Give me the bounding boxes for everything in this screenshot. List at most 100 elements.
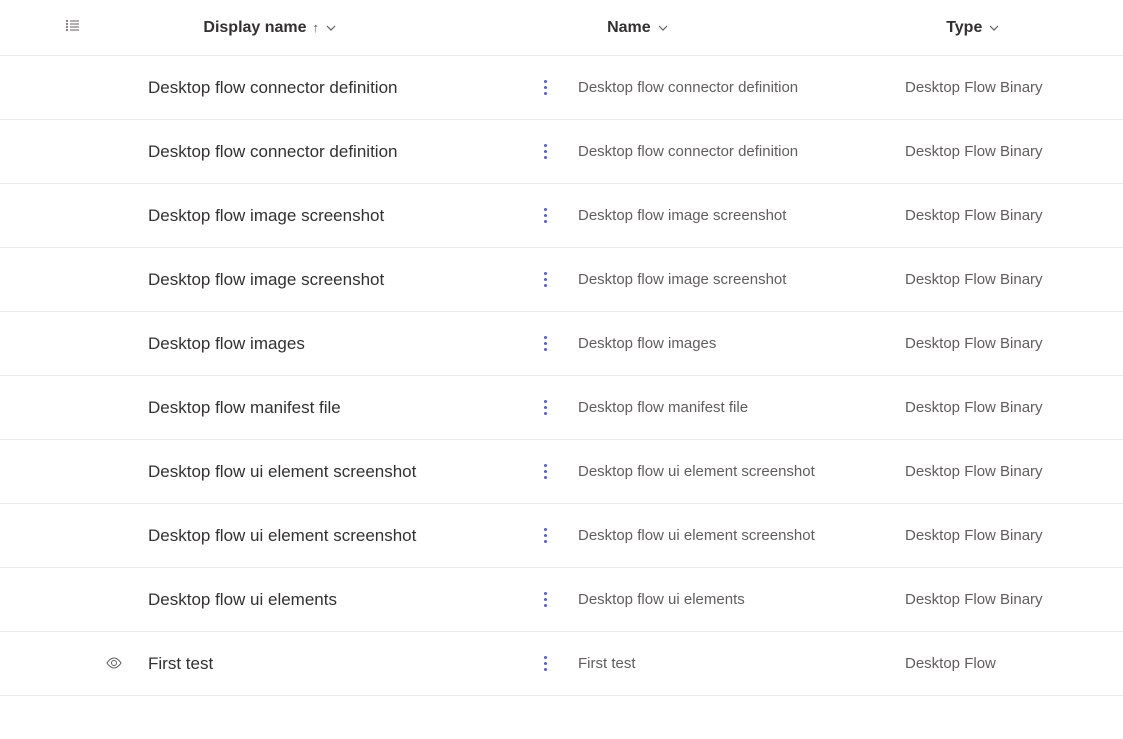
row-type-cell: Desktop Flow Binary — [895, 335, 1085, 352]
row-type-cell: Desktop Flow — [895, 655, 1085, 672]
more-vertical-icon[interactable] — [540, 268, 551, 291]
header-type-label: Type — [946, 19, 982, 37]
more-vertical-icon[interactable] — [540, 140, 551, 163]
table-header-row: Display name ↑ Name Type — [0, 0, 1123, 56]
row-type-cell: Desktop Flow Binary — [895, 399, 1085, 416]
more-vertical-icon[interactable] — [540, 588, 551, 611]
data-table: Display name ↑ Name Type — [0, 0, 1123, 696]
table-row[interactable]: Desktop flow image screenshot Desktop flo… — [0, 248, 1123, 312]
more-vertical-icon[interactable] — [540, 524, 551, 547]
row-display-name-cell: First test — [138, 654, 530, 674]
more-vertical-icon[interactable] — [540, 76, 551, 99]
name-text: Desktop flow ui element screenshot — [578, 463, 815, 480]
display-name-text[interactable]: Desktop flow image screenshot — [148, 270, 384, 290]
header-display-name-label: Display name — [203, 19, 306, 37]
display-name-text[interactable]: Desktop flow connector definition — [148, 142, 397, 162]
header-type-cell: Type — [936, 19, 1123, 37]
row-display-name-cell: Desktop flow ui element screenshot — [138, 462, 530, 482]
row-menu-cell — [530, 396, 560, 419]
row-menu-cell — [530, 140, 560, 163]
type-text: Desktop Flow Binary — [905, 271, 1043, 288]
display-name-text[interactable]: First test — [148, 654, 213, 674]
name-text: Desktop flow connector definition — [578, 79, 798, 96]
table-row[interactable]: Desktop flow image screenshot Desktop flo… — [0, 184, 1123, 248]
row-display-name-cell: Desktop flow ui elements — [138, 590, 530, 610]
display-name-text[interactable]: Desktop flow ui elements — [148, 590, 337, 610]
row-name-cell: Desktop flow connector definition — [560, 143, 895, 160]
row-name-cell: Desktop flow image screenshot — [560, 207, 895, 224]
row-name-cell: Desktop flow ui element screenshot — [560, 527, 895, 544]
row-name-cell: Desktop flow ui elements — [560, 591, 895, 608]
row-name-cell: Desktop flow manifest file — [560, 399, 895, 416]
row-display-name-cell: Desktop flow ui element screenshot — [138, 526, 530, 546]
header-name-label: Name — [607, 19, 651, 37]
row-display-name-cell: Desktop flow manifest file — [138, 398, 530, 418]
name-text: Desktop flow image screenshot — [578, 207, 786, 224]
name-text: Desktop flow images — [578, 335, 716, 352]
table-row[interactable]: Desktop flow images Desktop flow images De… — [0, 312, 1123, 376]
type-text: Desktop Flow Binary — [905, 591, 1043, 608]
name-text: Desktop flow ui element screenshot — [578, 527, 815, 544]
header-type-sort[interactable]: Type — [946, 19, 1000, 37]
row-display-name-cell: Desktop flow images — [138, 334, 530, 354]
row-name-cell: Desktop flow ui element screenshot — [560, 463, 895, 480]
row-status-icon-cell — [90, 656, 138, 672]
row-type-cell: Desktop Flow Binary — [895, 143, 1085, 160]
table-row[interactable]: Desktop flow ui elements Desktop flow ui … — [0, 568, 1123, 632]
more-vertical-icon[interactable] — [540, 652, 551, 675]
type-text: Desktop Flow Binary — [905, 527, 1043, 544]
display-name-text[interactable]: Desktop flow manifest file — [148, 398, 341, 418]
row-type-cell: Desktop Flow Binary — [895, 591, 1085, 608]
display-name-text[interactable]: Desktop flow connector definition — [148, 78, 397, 98]
name-text: Desktop flow manifest file — [578, 399, 748, 416]
row-type-cell: Desktop Flow Binary — [895, 527, 1085, 544]
row-name-cell: Desktop flow connector definition — [560, 79, 895, 96]
header-display-name-cell: Display name ↑ — [145, 19, 577, 37]
name-text: First test — [578, 655, 636, 672]
table-row[interactable]: Desktop flow connector definition Desktop… — [0, 120, 1123, 184]
header-display-name-sort[interactable]: Display name ↑ — [203, 19, 337, 37]
table-row[interactable]: First test First test Desktop Flow — [0, 632, 1123, 696]
more-vertical-icon[interactable] — [540, 204, 551, 227]
select-all-icon[interactable] — [65, 18, 81, 37]
row-type-cell: Desktop Flow Binary — [895, 463, 1085, 480]
row-type-cell: Desktop Flow Binary — [895, 79, 1085, 96]
row-menu-cell — [530, 332, 560, 355]
display-name-text[interactable]: Desktop flow image screenshot — [148, 206, 384, 226]
table-row[interactable]: Desktop flow connector definition Desktop… — [0, 56, 1123, 120]
row-menu-cell — [530, 524, 560, 547]
row-name-cell: Desktop flow image screenshot — [560, 271, 895, 288]
row-type-cell: Desktop Flow Binary — [895, 207, 1085, 224]
table-row[interactable]: Desktop flow manifest file Desktop flow m… — [0, 376, 1123, 440]
more-vertical-icon[interactable] — [540, 396, 551, 419]
row-name-cell: First test — [560, 655, 895, 672]
sort-ascending-icon: ↑ — [313, 20, 320, 35]
table-row[interactable]: Desktop flow ui element screenshot Deskto… — [0, 504, 1123, 568]
row-menu-cell — [530, 652, 560, 675]
chevron-down-icon — [657, 22, 669, 34]
row-display-name-cell: Desktop flow image screenshot — [138, 270, 530, 290]
name-text: Desktop flow connector definition — [578, 143, 798, 160]
row-menu-cell — [530, 268, 560, 291]
type-text: Desktop Flow Binary — [905, 335, 1043, 352]
chevron-down-icon — [988, 22, 1000, 34]
chevron-down-icon — [325, 22, 337, 34]
table-row[interactable]: Desktop flow ui element screenshot Deskto… — [0, 440, 1123, 504]
row-display-name-cell: Desktop flow connector definition — [138, 142, 530, 162]
name-text: Desktop flow ui elements — [578, 591, 745, 608]
row-display-name-cell: Desktop flow image screenshot — [138, 206, 530, 226]
more-vertical-icon[interactable] — [540, 332, 551, 355]
type-text: Desktop Flow — [905, 655, 996, 672]
row-menu-cell — [530, 588, 560, 611]
display-name-text[interactable]: Desktop flow images — [148, 334, 305, 354]
type-text: Desktop Flow Binary — [905, 463, 1043, 480]
more-vertical-icon[interactable] — [540, 460, 551, 483]
row-menu-cell — [530, 204, 560, 227]
display-name-text[interactable]: Desktop flow ui element screenshot — [148, 462, 416, 482]
display-name-text[interactable]: Desktop flow ui element screenshot — [148, 526, 416, 546]
row-menu-cell — [530, 460, 560, 483]
header-name-sort[interactable]: Name — [607, 19, 669, 37]
header-name-cell: Name — [607, 19, 936, 37]
name-text: Desktop flow image screenshot — [578, 271, 786, 288]
header-select-all-cell — [0, 18, 145, 37]
